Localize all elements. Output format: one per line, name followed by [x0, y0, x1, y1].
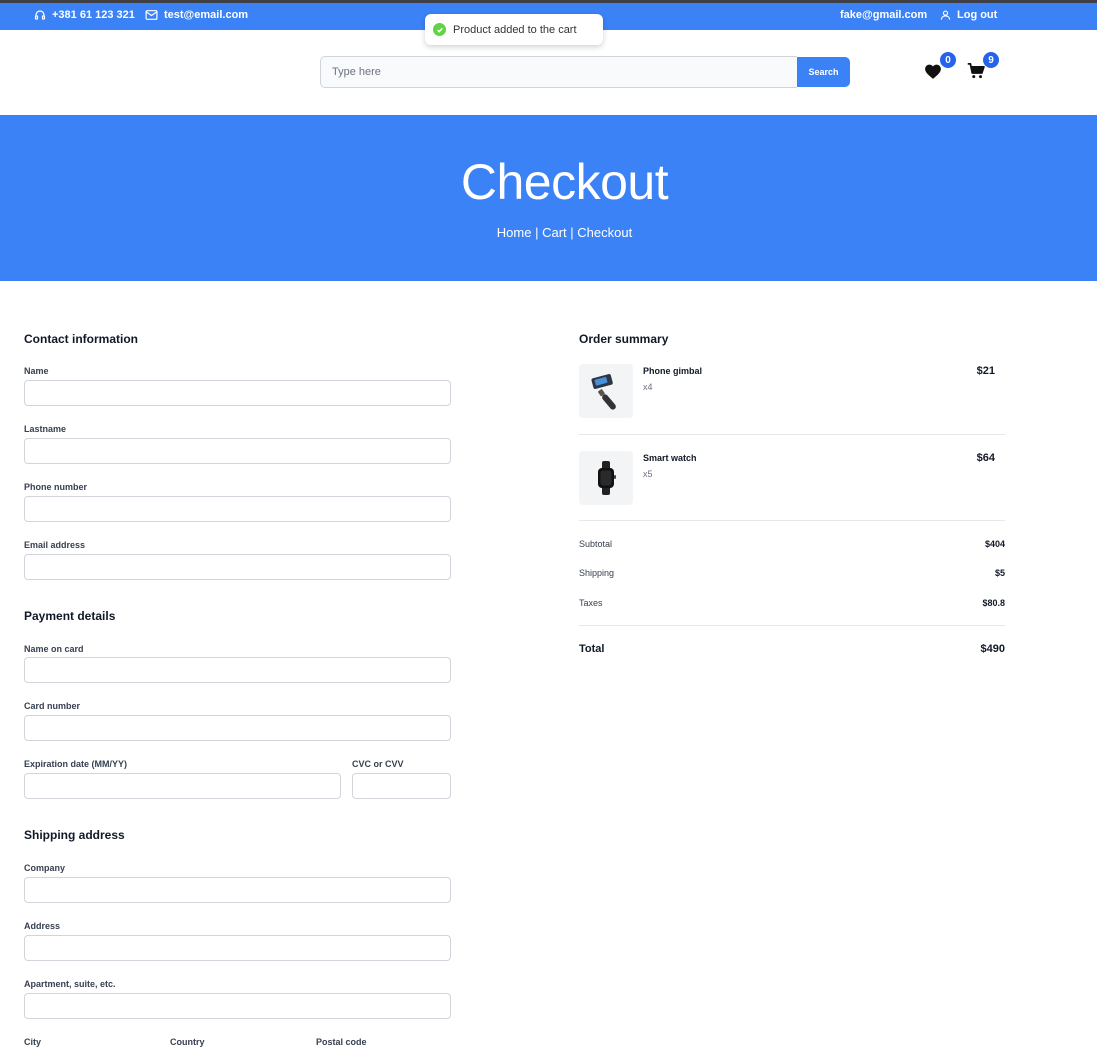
email-field[interactable]	[24, 554, 451, 580]
subtotal-label: Subtotal	[579, 539, 613, 549]
order-summary-title: Order summary	[579, 332, 669, 346]
hero-banner: Checkout Home | Cart | Checkout	[0, 115, 1097, 281]
taxes-value: $80.8	[982, 598, 1005, 608]
breadcrumb: Home | Cart | Checkout	[0, 225, 1097, 240]
total-value: $490	[980, 643, 1005, 655]
contact-section-title: Contact information	[24, 332, 138, 346]
subtotal-value: $404	[984, 539, 1005, 549]
product-price: $21	[976, 365, 995, 377]
divider	[579, 520, 1005, 521]
logout-link[interactable]: Log out	[940, 9, 997, 21]
shipping-value: $5	[994, 568, 1005, 578]
phone-number: +381 61 123 321	[52, 9, 135, 21]
logout-label: Log out	[957, 9, 998, 21]
product-qty: x4	[643, 382, 653, 392]
breadcrumb-cart[interactable]: Cart	[542, 225, 567, 240]
address-label: Address	[24, 921, 61, 931]
user-icon	[940, 9, 951, 21]
breadcrumb-checkout[interactable]: Checkout	[577, 225, 632, 240]
contact-email: test@email.com	[164, 9, 249, 21]
total-label: Total	[579, 643, 605, 655]
cart-button[interactable]: 9	[967, 52, 999, 84]
product-name: Phone gimbal	[643, 366, 703, 376]
product-name: Smart watch	[643, 453, 697, 463]
card-number-label: Card number	[24, 701, 81, 711]
gimbal-icon	[591, 374, 616, 410]
company-field[interactable]	[24, 877, 451, 903]
postal-code-label: Postal code	[316, 1037, 367, 1047]
envelope-icon	[145, 9, 158, 21]
card-number-field[interactable]	[24, 715, 451, 741]
address-field[interactable]	[24, 935, 451, 961]
email-label: Email address	[24, 540, 86, 550]
breadcrumb-separator: |	[535, 225, 539, 240]
search-input[interactable]	[320, 56, 797, 88]
name-on-card-label: Name on card	[24, 644, 84, 654]
divider	[579, 625, 1005, 626]
payment-section-title: Payment details	[24, 609, 116, 623]
toast-notification: Product added to the cart	[425, 14, 603, 45]
phone-field[interactable]	[24, 496, 451, 522]
shipping-section-title: Shipping address	[24, 828, 125, 842]
apartment-field[interactable]	[24, 993, 451, 1019]
lastname-field[interactable]	[24, 438, 451, 464]
search-button[interactable]: Search	[797, 57, 850, 87]
product-qty: x5	[643, 469, 653, 479]
heart-icon	[924, 64, 942, 83]
cart-count-badge: 9	[983, 52, 999, 68]
cvc-field[interactable]	[352, 773, 451, 799]
user-email: fake@gmail.com	[840, 9, 927, 21]
product-image-watch	[579, 451, 633, 505]
wishlist-count-badge: 0	[940, 52, 956, 68]
lastname-label: Lastname	[24, 424, 67, 434]
wishlist-button[interactable]: 0	[924, 52, 956, 84]
cart-icon	[967, 62, 985, 83]
headphones-icon	[34, 9, 46, 21]
cvc-label: CVC or CVV	[352, 759, 404, 769]
phone-contact: +381 61 123 321	[34, 9, 135, 21]
breadcrumb-home[interactable]: Home	[497, 225, 532, 240]
divider	[579, 434, 1005, 435]
phone-label: Phone number	[24, 482, 88, 492]
watch-icon	[598, 461, 616, 495]
product-image-gimbal	[579, 364, 633, 418]
expiration-field[interactable]	[24, 773, 341, 799]
expiration-label: Expiration date (MM/YY)	[24, 759, 128, 769]
company-label: Company	[24, 863, 66, 873]
taxes-label: Taxes	[579, 598, 603, 608]
email-contact: test@email.com	[145, 9, 248, 21]
country-label: Country	[170, 1037, 205, 1047]
name-label: Name	[24, 366, 49, 376]
apartment-label: Apartment, suite, etc.	[24, 979, 116, 989]
name-field[interactable]	[24, 380, 451, 406]
city-label: City	[24, 1037, 42, 1047]
breadcrumb-separator: |	[570, 225, 574, 240]
product-price: $64	[976, 452, 995, 464]
shipping-label: Shipping	[579, 568, 615, 578]
check-circle-icon	[433, 23, 446, 36]
toast-message: Product added to the cart	[453, 23, 577, 36]
page-title: Checkout	[460, 154, 669, 210]
name-on-card-field[interactable]	[24, 657, 451, 683]
user-email-text: fake@gmail.com	[840, 9, 928, 21]
